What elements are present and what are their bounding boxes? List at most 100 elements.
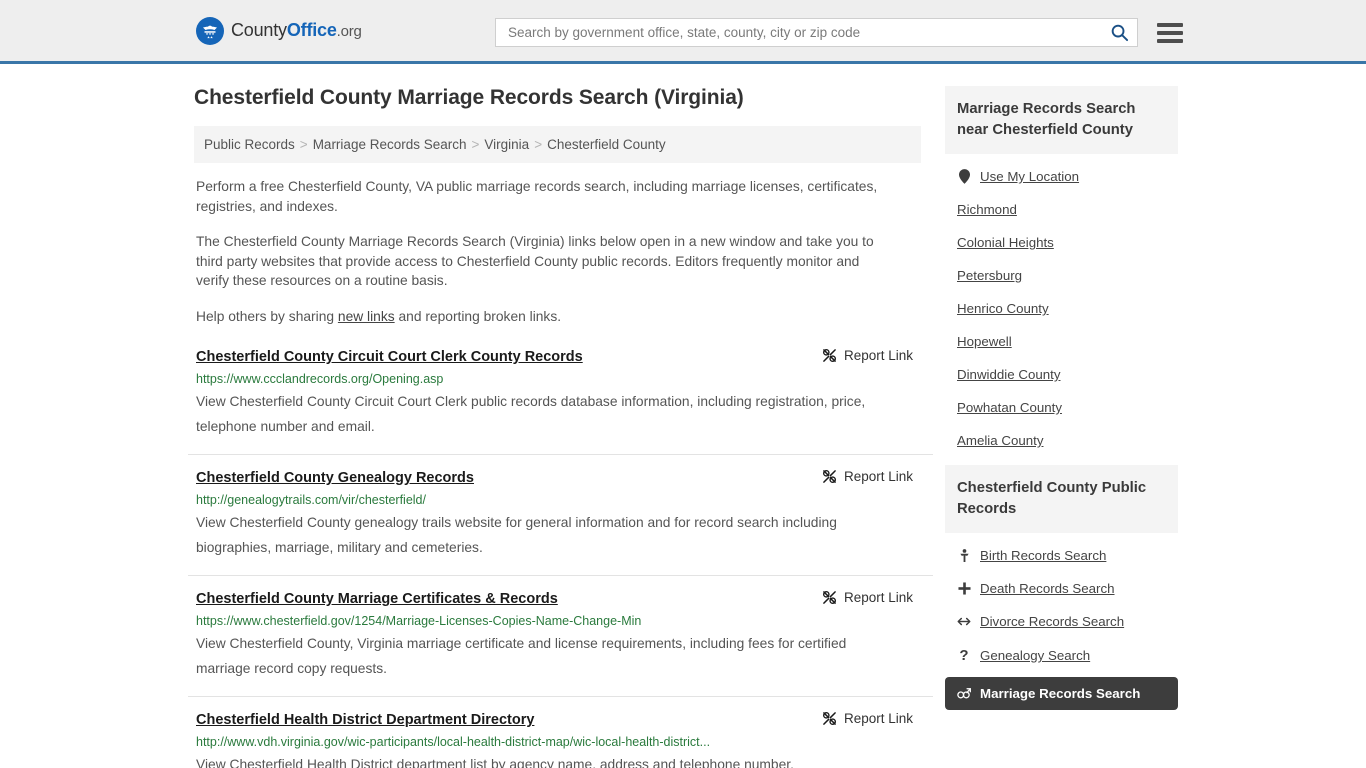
intro-paragraph-3: Help others by sharing new links and rep… xyxy=(196,307,896,327)
sidebar-nearby-list: Use My Location Richmond Colonial Height… xyxy=(945,154,1178,457)
sidebar-public-records-heading: Chesterfield County Public Records xyxy=(945,465,1178,533)
result-url: http://genealogytrails.com/vir/chesterfi… xyxy=(196,493,426,507)
content-container: Chesterfield County Marriage Records Sea… xyxy=(188,64,1178,768)
result-title-link[interactable]: Chesterfield County Circuit Court Clerk … xyxy=(196,348,583,366)
report-link-label: Report Link xyxy=(843,711,913,726)
broken-link-icon xyxy=(822,590,836,605)
report-link-button[interactable]: Report Link xyxy=(822,348,913,363)
result-header: Chesterfield Health District Department … xyxy=(196,711,933,729)
intro-paragraph-1: Perform a free Chesterfield County, VA p… xyxy=(196,179,878,214)
sidebar-item-petersburg[interactable]: Petersburg xyxy=(945,259,1178,292)
result-title-link[interactable]: Chesterfield Health District Department … xyxy=(196,711,534,729)
results-list: Chesterfield County Circuit Court Clerk … xyxy=(188,348,933,768)
sidebar-item-powhatan-county[interactable]: Powhatan County xyxy=(945,391,1178,424)
logo-wordmark: CountyOffice.org xyxy=(231,20,362,41)
sidebar: Marriage Records Search near Chesterfiel… xyxy=(933,86,1178,768)
sidebar-card-public-records: Chesterfield County Public Records Birth… xyxy=(945,465,1178,710)
report-link-label: Report Link xyxy=(843,348,913,363)
sidebar-item-henrico-county[interactable]: Henrico County xyxy=(945,292,1178,325)
result-url: https://www.chesterfield.gov/1254/Marria… xyxy=(196,614,642,628)
search-input[interactable] xyxy=(506,19,1110,46)
eagle-seal-icon: ★★★ ★★ xyxy=(196,16,224,45)
sidebar-item-death-records-search[interactable]: Death Records Search xyxy=(945,572,1178,605)
hamburger-menu-icon[interactable] xyxy=(1157,22,1183,43)
sidebar-item-divorce-records-search[interactable]: Divorce Records Search xyxy=(945,605,1178,638)
sidebar-item-label[interactable]: Genealogy Search xyxy=(980,648,1090,663)
sidebar-item-label[interactable]: Richmond xyxy=(957,202,1017,217)
page-body: Chesterfield County Marriage Records Sea… xyxy=(0,64,1366,768)
result-item: Chesterfield County Circuit Court Clerk … xyxy=(188,348,933,454)
share-text-after: and reporting broken links. xyxy=(394,308,562,324)
report-link-button[interactable]: Report Link xyxy=(822,711,913,726)
breadcrumb-item-marriage-records-search[interactable]: Marriage Records Search xyxy=(313,137,467,152)
breadcrumb-item-virginia[interactable]: Virginia xyxy=(484,137,529,152)
sidebar-item-label[interactable]: Colonial Heights xyxy=(957,235,1054,250)
breadcrumb-separator: > xyxy=(299,137,308,152)
map-pin-icon xyxy=(957,169,971,184)
sidebar-item-label[interactable]: Powhatan County xyxy=(957,400,1062,415)
page-title: Chesterfield County Marriage Records Sea… xyxy=(194,86,744,109)
breadcrumb: Public Records > Marriage Records Search > V… xyxy=(194,126,921,163)
sidebar-item-richmond[interactable]: Richmond xyxy=(945,193,1178,226)
sidebar-item-label[interactable]: Henrico County xyxy=(957,301,1049,316)
result-description: View Chesterfield County Circuit Court C… xyxy=(196,394,866,434)
sidebar-item-marriage-records-search[interactable]: Marriage Records Search xyxy=(945,677,1178,710)
sidebar-item-label[interactable]: Dinwiddie County xyxy=(957,367,1060,382)
site-header: ★★★ ★★ CountyOffice.org xyxy=(0,0,1366,64)
sidebar-item-label[interactable]: Divorce Records Search xyxy=(980,614,1124,629)
result-description: View Chesterfield County, Virginia marri… xyxy=(196,636,847,676)
baby-icon xyxy=(957,548,971,563)
sidebar-item-label[interactable]: Hopewell xyxy=(957,334,1012,349)
result-title-link[interactable]: Chesterfield County Marriage Certificate… xyxy=(196,590,558,608)
result-description: View Chesterfield County genealogy trail… xyxy=(196,515,837,555)
sidebar-item-label[interactable]: Amelia County xyxy=(957,433,1043,448)
breadcrumb-separator: > xyxy=(471,137,480,152)
sidebar-item-amelia-county[interactable]: Amelia County xyxy=(945,424,1178,457)
sidebar-item-dinwiddie-county[interactable]: Dinwiddie County xyxy=(945,358,1178,391)
sidebar-item-label[interactable]: Death Records Search xyxy=(980,581,1115,596)
breadcrumb-separator: > xyxy=(534,137,543,152)
broken-link-icon xyxy=(822,469,836,484)
result-description: View Chesterfield Health District depart… xyxy=(196,757,794,768)
breadcrumb-item-chesterfield-county[interactable]: Chesterfield County xyxy=(547,137,666,152)
sidebar-item-hopewell[interactable]: Hopewell xyxy=(945,325,1178,358)
report-link-label: Report Link xyxy=(843,469,913,484)
logo-office-text: Office xyxy=(286,20,337,40)
sidebar-public-records-list: Birth Records Search Death Records Searc… xyxy=(945,533,1178,710)
new-links-link[interactable]: new links xyxy=(338,309,395,324)
sidebar-item-label[interactable]: Use My Location xyxy=(980,169,1079,184)
sidebar-nearby-heading: Marriage Records Search near Chesterfiel… xyxy=(945,86,1178,154)
intro-paragraph-2: The Chesterfield County Marriage Records… xyxy=(196,234,874,288)
broken-link-icon xyxy=(822,711,836,726)
report-link-label: Report Link xyxy=(843,590,913,605)
logo-org-text: .org xyxy=(336,23,362,40)
site-logo[interactable]: ★★★ ★★ CountyOffice.org xyxy=(196,16,362,45)
sidebar-item-colonial-heights[interactable]: Colonial Heights xyxy=(945,226,1178,259)
hamburger-bar xyxy=(1157,38,1183,43)
report-link-button[interactable]: Report Link xyxy=(822,590,913,605)
broken-link-icon xyxy=(822,348,836,363)
sidebar-item-label: Marriage Records Search xyxy=(980,686,1141,701)
breadcrumb-item-public-records[interactable]: Public Records xyxy=(204,137,295,152)
sidebar-item-genealogy-search[interactable]: ? Genealogy Search xyxy=(945,638,1178,673)
search-button[interactable] xyxy=(1110,23,1129,42)
share-text-before: Help others by sharing xyxy=(196,308,338,324)
left-right-arrow-icon xyxy=(957,616,971,627)
question-mark-icon: ? xyxy=(959,647,969,664)
result-header: Chesterfield County Marriage Certificate… xyxy=(196,590,933,608)
result-item: Chesterfield County Marriage Certificate… xyxy=(188,575,933,696)
sidebar-item-birth-records-search[interactable]: Birth Records Search xyxy=(945,539,1178,572)
sidebar-card-nearby: Marriage Records Search near Chesterfiel… xyxy=(945,86,1178,457)
sidebar-item-use-my-location[interactable]: Use My Location xyxy=(945,160,1178,193)
result-item: Chesterfield County Genealogy Records Re… xyxy=(188,454,933,575)
result-item: Chesterfield Health District Department … xyxy=(188,696,933,768)
header-search-area xyxy=(495,18,1183,47)
report-link-button[interactable]: Report Link xyxy=(822,469,913,484)
result-title-link[interactable]: Chesterfield County Genealogy Records xyxy=(196,469,474,487)
venus-mars-icon xyxy=(957,687,971,700)
sidebar-item-label[interactable]: Birth Records Search xyxy=(980,548,1106,563)
search-box[interactable] xyxy=(495,18,1138,47)
result-url: https://www.ccclandrecords.org/Opening.a… xyxy=(196,372,444,386)
cross-icon xyxy=(957,582,971,595)
sidebar-item-label[interactable]: Petersburg xyxy=(957,268,1022,283)
